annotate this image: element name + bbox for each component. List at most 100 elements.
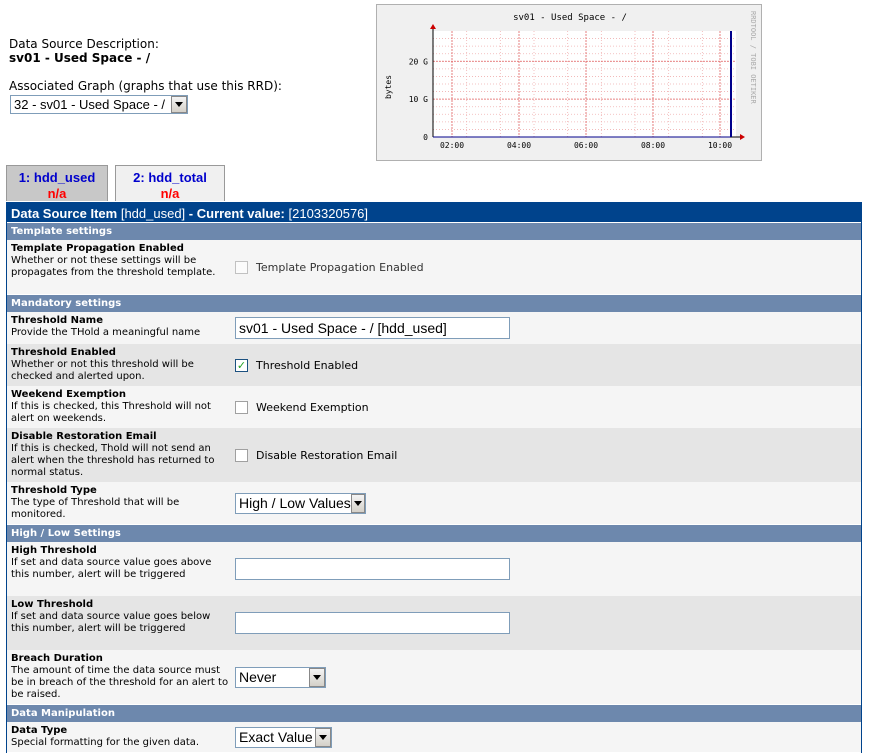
- y-axis-arrow-icon: [430, 24, 436, 29]
- row-control: [235, 542, 861, 596]
- threshold-settings-panel: Data Source Item [hdd_used] - Current va…: [6, 202, 862, 753]
- chevron-down-icon[interactable]: [350, 493, 365, 513]
- row-control: Template Propagation Enabled: [235, 240, 861, 294]
- field-title: Template Propagation Enabled: [11, 243, 184, 254]
- disable-restoration-label: Disable Restoration Email: [256, 448, 398, 462]
- weekend-exemption-checkbox[interactable]: [235, 400, 248, 414]
- panel-header-item: [hdd_used]: [120, 206, 186, 221]
- panel-header: Data Source Item [hdd_used] - Current va…: [7, 203, 861, 222]
- template-propagation-checkbox[interactable]: [235, 260, 248, 274]
- chevron-down-icon[interactable]: [309, 667, 325, 687]
- row-data-type: Data Type Special formatting for the giv…: [7, 722, 861, 752]
- row-threshold-name: Threshold Name Provide the THold a meani…: [7, 312, 861, 344]
- x-tick-label: 04:00: [507, 141, 531, 150]
- x-axis-arrow-icon: [740, 134, 745, 140]
- row-description: Threshold Enabled Whether or not this th…: [7, 344, 235, 386]
- low-threshold-input[interactable]: [235, 612, 510, 634]
- tab-hdd-total[interactable]: 2: hdd_total n/a: [115, 165, 225, 201]
- tab-hdd-used-value: n/a: [47, 186, 67, 201]
- x-tick-label: 08:00: [641, 141, 665, 150]
- row-description: Breach Duration The amount of time the d…: [7, 650, 235, 704]
- row-description: Template Propagation Enabled Whether or …: [7, 240, 235, 294]
- field-help: If set and data source value goes above …: [11, 557, 212, 580]
- breach-duration-select[interactable]: Never: [235, 666, 326, 688]
- row-control: Weekend Exemption: [235, 386, 861, 428]
- row-threshold-enabled: Threshold Enabled Whether or not this th…: [7, 344, 861, 386]
- chevron-down-icon[interactable]: [171, 96, 187, 113]
- threshold-enabled-label: Threshold Enabled: [256, 358, 359, 372]
- checkmark-icon: ✓: [236, 358, 247, 372]
- field-title: Disable Restoration Email: [11, 431, 157, 442]
- field-title: Breach Duration: [11, 653, 103, 664]
- graph-svg: 20 G 10 G 0 02:00 04:00 06:00 08:00 10:00 sv01 …: [384, 11, 757, 150]
- row-description: Data Type Special formatting for the giv…: [7, 722, 235, 752]
- panel-header-value: [2103320576]: [288, 206, 369, 221]
- section-template-settings: Template settings: [7, 222, 861, 240]
- row-disable-restoration: Disable Restoration Email If this is che…: [7, 428, 861, 482]
- associated-graph-select[interactable]: 32 - sv01 - Used Space - /: [10, 95, 188, 114]
- associated-graph-label: Associated Graph (graphs that use this R…: [9, 79, 282, 93]
- rrd-graph[interactable]: 20 G 10 G 0 02:00 04:00 06:00 08:00 10:00 sv01 …: [376, 4, 762, 161]
- graph-ylabel: bytes: [384, 75, 393, 99]
- row-description: Threshold Name Provide the THold a meani…: [7, 312, 235, 344]
- row-description: Low Threshold If set and data source val…: [7, 596, 235, 650]
- field-title: High Threshold: [11, 545, 97, 556]
- graph-title: sv01 - Used Space - /: [513, 13, 627, 23]
- field-title: Low Threshold: [11, 599, 94, 610]
- section-mandatory-settings: Mandatory settings: [7, 294, 861, 312]
- field-help: If this is checked, this Threshold will …: [11, 401, 211, 424]
- weekend-exemption-label: Weekend Exemption: [256, 400, 369, 414]
- x-tick-label: 06:00: [574, 141, 598, 150]
- row-breach-duration: Breach Duration The amount of time the d…: [7, 650, 861, 704]
- row-description: High Threshold If set and data source va…: [7, 542, 235, 596]
- section-data-manipulation: Data Manipulation: [7, 704, 861, 722]
- row-control: Disable Restoration Email: [235, 428, 861, 482]
- template-propagation-label: Template Propagation Enabled: [256, 260, 424, 274]
- row-weekend-exemption: Weekend Exemption If this is checked, th…: [7, 386, 861, 428]
- field-help: Provide the THold a meaningful name: [11, 327, 201, 338]
- data-type-select[interactable]: Exact Value: [235, 726, 332, 748]
- y-tick-label: 0: [423, 133, 428, 142]
- row-high-threshold: High Threshold If set and data source va…: [7, 542, 861, 596]
- field-title: Threshold Enabled: [11, 347, 116, 358]
- row-control: Never: [235, 650, 861, 704]
- row-description: Disable Restoration Email If this is che…: [7, 428, 235, 482]
- y-tick-label: 20 G: [409, 57, 428, 66]
- panel-header-prefix: Data Source Item: [11, 206, 118, 221]
- threshold-type-value: High / Low Values: [239, 495, 351, 511]
- field-title: Weekend Exemption: [11, 389, 126, 400]
- row-low-threshold: Low Threshold If set and data source val…: [7, 596, 861, 650]
- field-help: Whether or not this threshold will be ch…: [11, 359, 194, 382]
- row-control: sv01 - Used Space - / [hdd_used]: [235, 312, 861, 344]
- tab-hdd-used-label: 1: hdd_used: [18, 170, 96, 185]
- data-source-description-label: Data Source Description:: [9, 37, 159, 51]
- x-tick-label: 10:00: [708, 141, 732, 150]
- row-description: Threshold Type The type of Threshold tha…: [7, 482, 235, 524]
- field-help: The type of Threshold that will be monit…: [11, 497, 180, 520]
- chevron-down-icon[interactable]: [315, 727, 331, 747]
- field-title: Threshold Type: [11, 485, 97, 496]
- breach-duration-value: Never: [239, 669, 277, 685]
- field-help: If set and data source value goes below …: [11, 611, 211, 634]
- threshold-name-input[interactable]: sv01 - Used Space - / [hdd_used]: [235, 317, 510, 339]
- associated-graph-value: 32 - sv01 - Used Space - /: [14, 97, 166, 112]
- row-control: High / Low Values: [235, 482, 861, 524]
- data-type-value: Exact Value: [239, 729, 313, 745]
- x-tick-label: 02:00: [440, 141, 464, 150]
- field-help: If this is checked, Thold will not send …: [11, 443, 215, 478]
- tab-hdd-used[interactable]: 1: hdd_used n/a: [6, 165, 108, 201]
- field-title: Data Type: [11, 725, 68, 736]
- field-help: Special formatting for the given data.: [11, 737, 200, 748]
- row-description: Weekend Exemption If this is checked, th…: [7, 386, 235, 428]
- field-title: Threshold Name: [11, 315, 103, 326]
- disable-restoration-checkbox[interactable]: [235, 448, 248, 462]
- data-source-description-value: sv01 - Used Space - /: [9, 51, 151, 65]
- tab-hdd-total-label: 2: hdd_total: [133, 170, 207, 185]
- section-high-low-settings: High / Low Settings: [7, 524, 861, 542]
- row-threshold-type: Threshold Type The type of Threshold tha…: [7, 482, 861, 524]
- field-help: Whether or not these settings will be pr…: [11, 255, 216, 278]
- tab-hdd-total-value: n/a: [160, 186, 180, 201]
- high-threshold-input[interactable]: [235, 558, 510, 580]
- threshold-type-select[interactable]: High / Low Values: [235, 492, 366, 514]
- threshold-enabled-checkbox[interactable]: ✓: [235, 358, 248, 372]
